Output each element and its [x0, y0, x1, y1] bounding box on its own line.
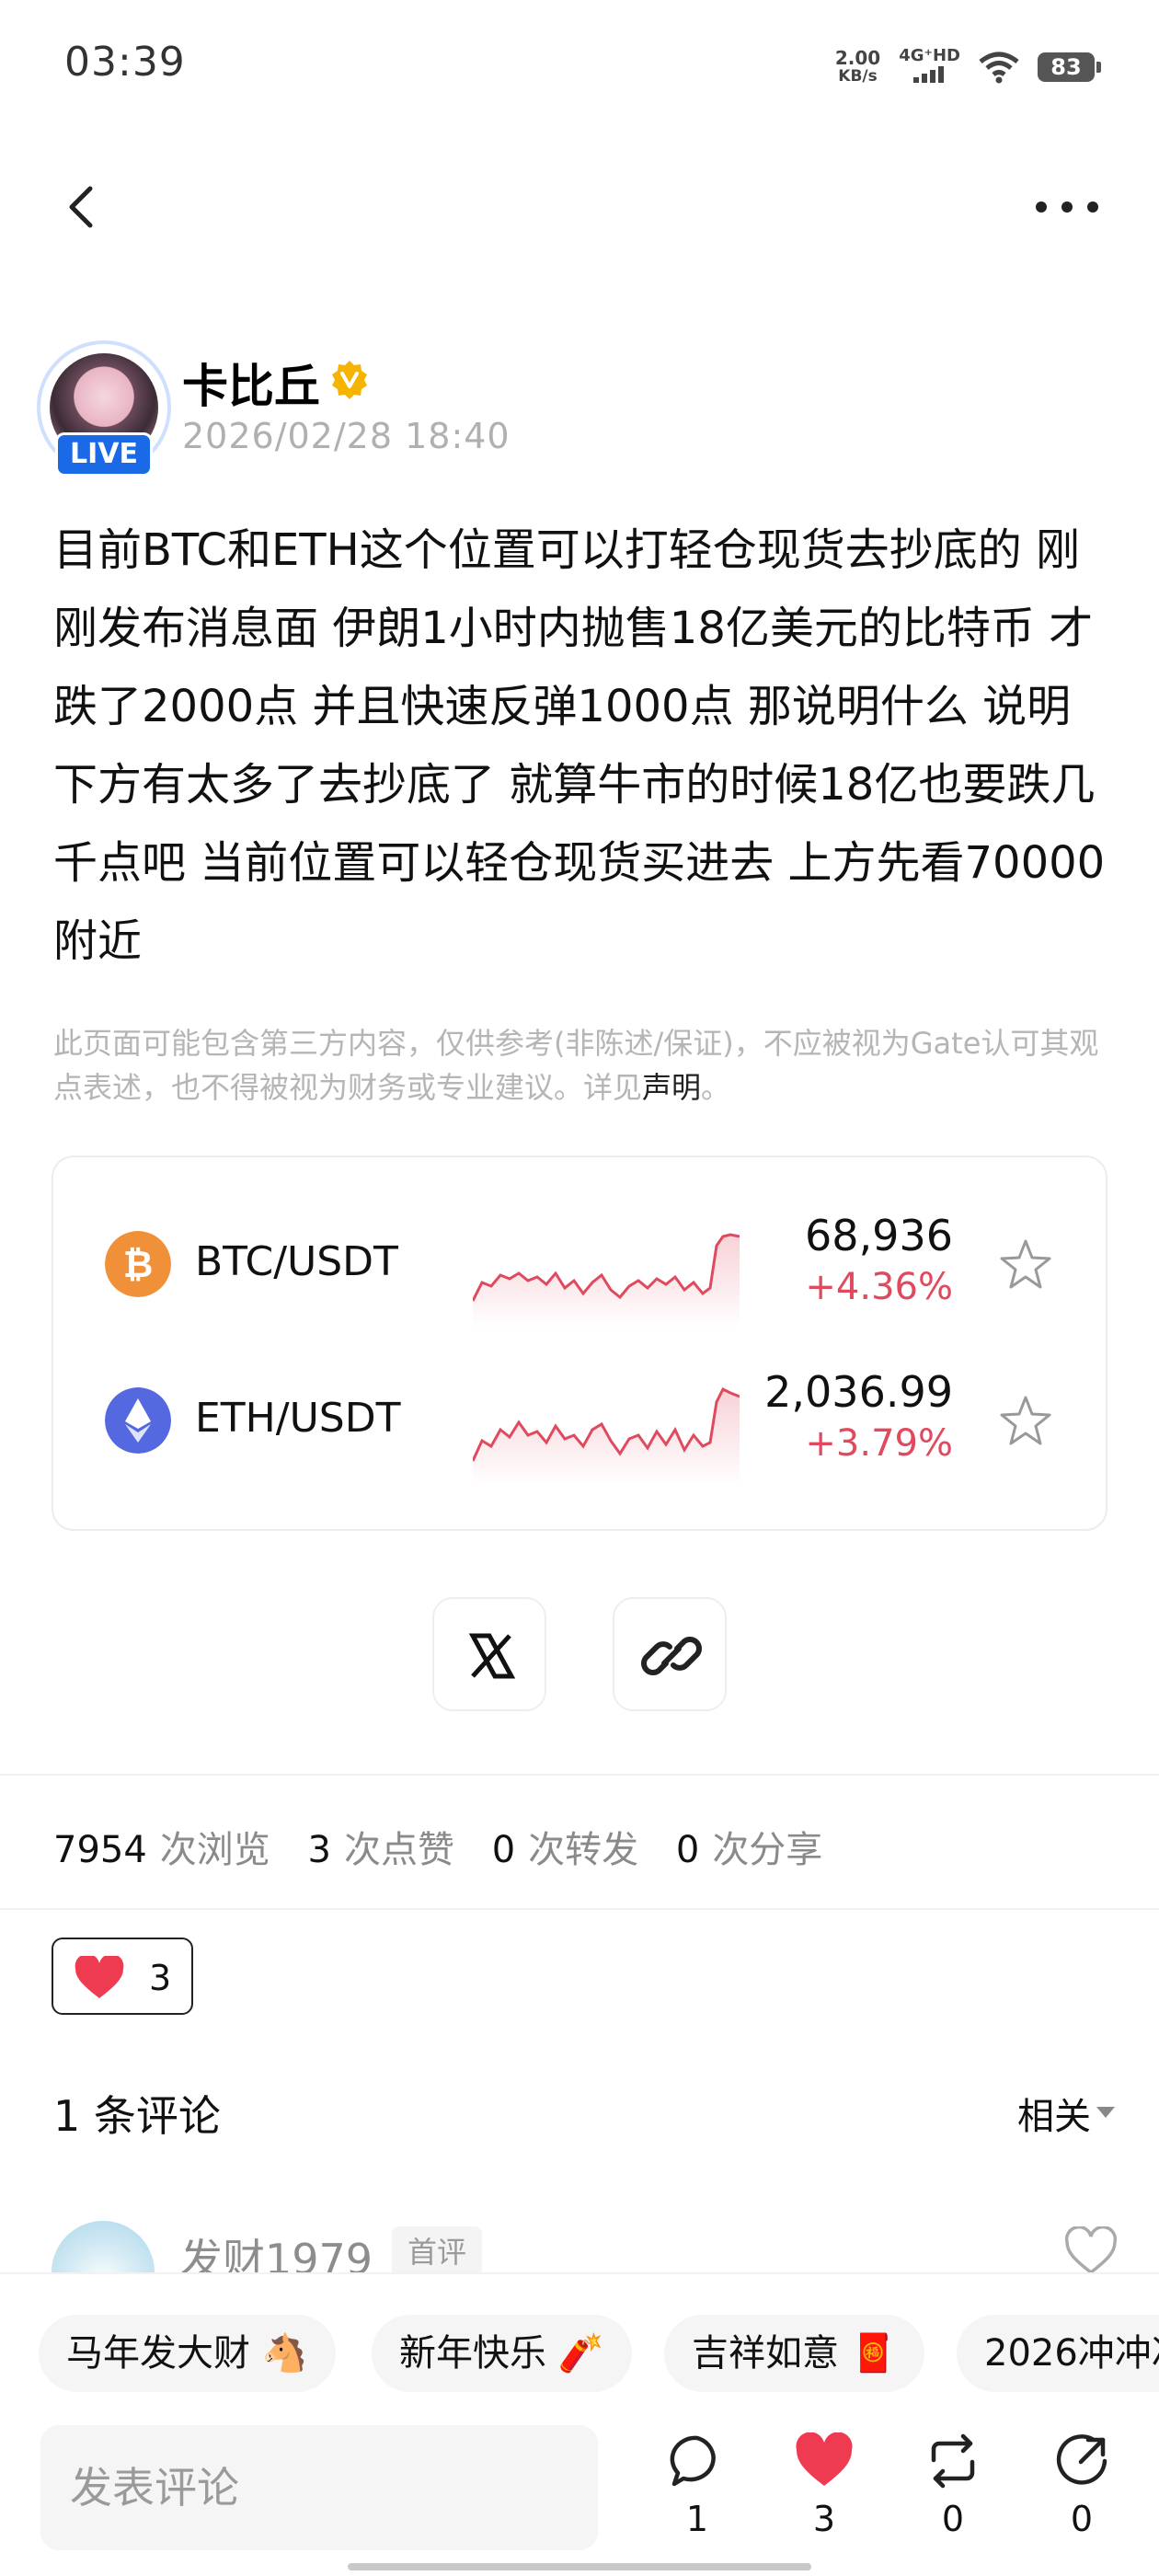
price-sparkline — [473, 1386, 740, 1485]
market-price: 68,936 — [805, 1211, 953, 1260]
ethereum-icon — [105, 1387, 171, 1454]
like-button[interactable]: 3 — [787, 2432, 861, 2539]
first-comment-badge: 首评 — [392, 2226, 482, 2278]
live-badge[interactable]: LIVE — [55, 432, 153, 477]
reaction-count: 3 — [149, 1958, 172, 1998]
comment-sort-dropdown[interactable]: 相关 — [1017, 2087, 1091, 2140]
comment-input[interactable]: 发表评论 — [40, 2425, 598, 2550]
heart-icon — [796, 2432, 853, 2486]
comment-icon — [670, 2435, 716, 2487]
quick-reply-chip[interactable]: 新年快乐 🧨 — [372, 2315, 632, 2392]
pair-name: BTC/USDT — [195, 1238, 398, 1285]
repost-count: 0 — [941, 2499, 965, 2539]
share-button[interactable]: 0 — [1045, 2432, 1119, 2539]
svg-text:₿: ₿ — [123, 1244, 154, 1286]
post-timestamp: 2026/02/28 18:40 — [182, 416, 511, 456]
market-card: ₿ BTC/USDT 68,936 +4.36% ETH/USDT 2,036.… — [52, 1156, 1107, 1531]
market-change: +3.79% — [805, 1422, 953, 1465]
network-speed: 2.00 KB/s — [834, 47, 881, 86]
price-sparkline — [473, 1233, 740, 1328]
comment-like-icon[interactable] — [1063, 2226, 1119, 2276]
author-name[interactable]: 卡比丘 — [182, 350, 320, 416]
market-price: 2,036.99 — [764, 1367, 953, 1417]
share-count: 0 — [1070, 2499, 1094, 2539]
comments-title: 1 条评论 — [53, 2091, 221, 2141]
comment-button[interactable]: 1 — [660, 2432, 734, 2539]
back-button[interactable] — [55, 179, 110, 235]
quick-reply-chip[interactable]: 马年发大财 🐴 — [39, 2315, 336, 2392]
bitcoin-icon: ₿ — [105, 1231, 171, 1297]
heart-reaction-button[interactable]: 3 — [52, 1938, 193, 2015]
repost-icon — [931, 2433, 975, 2489]
post-content: 目前BTC和ETH这个位置可以打轻仓现货去抄底的 刚刚发布消息面 伊朗1小时内抛… — [53, 524, 1106, 967]
quick-reply-chip[interactable]: 吉祥如意 🧧 — [664, 2315, 924, 2392]
battery-icon: 83 — [1038, 52, 1101, 82]
section-divider — [0, 1774, 1159, 1776]
pair-name: ETH/USDT — [195, 1395, 401, 1442]
x-logo-icon — [468, 1633, 516, 1679]
link-icon — [641, 1637, 702, 1675]
disclaimer-link[interactable]: 声明 — [642, 1070, 701, 1105]
disclaimer-text: 此页面可能包含第三方内容，仅供参考(非陈述/保证)，不应被视为Gate认可其观点… — [53, 1026, 1099, 1105]
status-icons: 2.00 KB/s 4G⁺HD 83 — [834, 47, 1101, 86]
signal-icon: 4G⁺HD — [899, 48, 960, 86]
quick-reply-chip[interactable]: 2026冲冲冲 — [957, 2315, 1159, 2392]
favorite-star-icon[interactable] — [997, 1393, 1054, 1450]
share-icon — [1056, 2434, 1107, 2485]
verified-icon — [332, 361, 367, 399]
share-x-button[interactable] — [432, 1597, 546, 1711]
like-count: 3 — [812, 2499, 836, 2539]
favorite-star-icon[interactable] — [997, 1236, 1054, 1294]
repost-button[interactable]: 0 — [916, 2432, 990, 2539]
post-stats: 7954 次浏览 3 次点赞 0 次转发 0 次分享 — [53, 1829, 823, 1871]
heart-icon — [75, 1956, 124, 1998]
home-indicator[interactable] — [348, 2563, 811, 2570]
bottom-action-bar: 马年发大财 🐴 新年快乐 🧨 吉祥如意 🧧 2026冲冲冲 发表评论 1 3 0… — [0, 2272, 1159, 2576]
market-row-eth[interactable]: ETH/USDT 2,036.99 +3.79% — [53, 1347, 1109, 1485]
comment-count: 1 — [685, 2499, 709, 2539]
copy-link-button[interactable] — [613, 1597, 727, 1711]
more-options-button[interactable] — [1030, 184, 1104, 230]
chevron-down-icon — [1096, 2107, 1115, 2118]
market-row-btc[interactable]: ₿ BTC/USDT 68,936 +4.36% — [53, 1190, 1109, 1328]
wifi-icon — [979, 52, 1019, 84]
status-time: 03:39 — [64, 39, 186, 86]
section-divider — [0, 1908, 1159, 1910]
market-change: +4.36% — [805, 1266, 953, 1308]
